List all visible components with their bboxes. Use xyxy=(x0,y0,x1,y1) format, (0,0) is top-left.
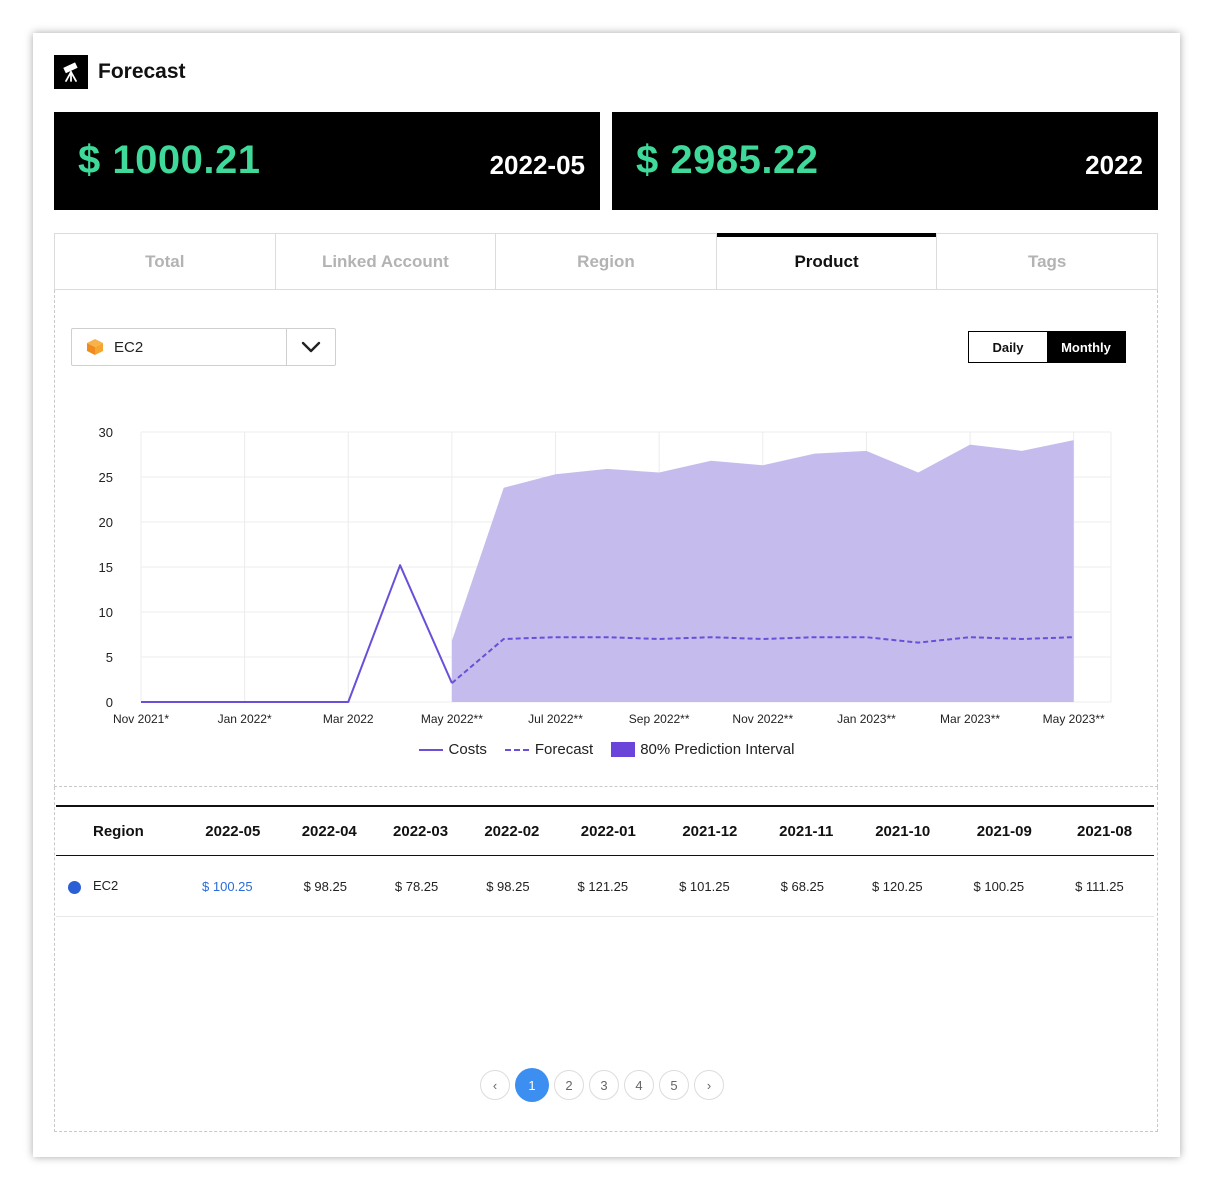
col-header: 2021-08 xyxy=(1055,805,1154,856)
tab-total[interactable]: Total xyxy=(55,234,276,289)
x-tick-label: Sep 2022** xyxy=(629,712,690,726)
x-tick-label: Mar 2023** xyxy=(940,712,1000,726)
legend-interval: 80% Prediction Interval xyxy=(611,741,794,758)
col-header: 2022-05 xyxy=(182,805,284,856)
prediction-interval-area xyxy=(451,440,1074,702)
page-button-1[interactable]: 1 xyxy=(515,1068,549,1102)
dropdown-toggle-button[interactable] xyxy=(286,329,335,365)
tab-linked-account[interactable]: Linked Account xyxy=(276,234,497,289)
page-title: Forecast xyxy=(98,60,186,83)
table-cell: $ 78.25 xyxy=(374,855,467,917)
table-cell: $ 100.25 xyxy=(953,855,1056,917)
forecast-chart: 0 5 10 15 20 25 30 Nov 2021* Jan 2022* Mar 2022 Ma… xyxy=(99,425,1112,726)
table-header-row: Region 2022-05 2022-04 2022-03 2022-02 2… xyxy=(56,805,1154,856)
y-tick-label: 5 xyxy=(106,650,113,665)
cost-table: Region 2022-05 2022-04 2022-03 2022-02 2… xyxy=(56,805,1154,917)
legend-interval-swatch xyxy=(611,742,636,757)
x-tick-label: Jan 2022* xyxy=(218,712,272,726)
product-dropdown[interactable]: EC2 xyxy=(71,328,336,366)
legend-costs: Costs xyxy=(418,741,487,758)
costs-series-line xyxy=(141,564,453,703)
col-header: 2022-03 xyxy=(374,805,467,856)
x-tick-label: Nov 2022** xyxy=(732,712,793,726)
x-tick-label: Mar 2022 xyxy=(323,712,374,726)
row-name: EC2 xyxy=(93,878,119,894)
dropdown-selected: EC2 xyxy=(114,338,144,356)
kpi-monthly: $ 1000.21 2022-05 xyxy=(54,112,600,210)
kpi-yearly: $ 2985.22 2022 xyxy=(612,112,1158,210)
col-header: 2022-04 xyxy=(283,805,375,856)
table-cell: $ 120.25 xyxy=(851,855,954,917)
col-header: 2021-10 xyxy=(851,805,954,856)
kpi-monthly-amount: $ 1000.21 xyxy=(78,138,261,182)
y-tick-label: 25 xyxy=(99,470,113,485)
y-tick-label: 20 xyxy=(99,515,113,530)
table-row: EC2 $ 100.25 $ 98.25 $ 78.25 $ 98.25 $ 1… xyxy=(56,855,1154,917)
monthly-button[interactable]: Monthly xyxy=(1047,332,1125,362)
table-cell-link[interactable]: $ 100.25 xyxy=(182,855,284,917)
col-header: 2021-12 xyxy=(659,805,761,856)
daily-button[interactable]: Daily xyxy=(969,332,1047,362)
page-button-5[interactable]: 5 xyxy=(659,1070,689,1100)
tab-product[interactable]: Product xyxy=(716,233,938,289)
kpi-monthly-period: 2022-05 xyxy=(489,150,585,180)
pagination: ‹ 1 2 3 4 5 › xyxy=(480,1068,724,1102)
col-region: Region xyxy=(56,805,183,856)
legend-costs-swatch xyxy=(418,748,443,751)
next-page-button[interactable]: › xyxy=(694,1070,724,1100)
kpi-yearly-amount: $ 2985.22 xyxy=(636,138,819,182)
forecast-card: Forecast $ 1000.21 2022-05 $ 2985.22 202… xyxy=(33,33,1180,1157)
tab-bar: Total Linked Account Region Product Tags xyxy=(54,233,1158,290)
prev-page-button[interactable]: ‹ xyxy=(480,1070,510,1100)
chart-legend: Costs Forecast 80% Prediction Interval xyxy=(33,741,1180,758)
telescope-icon xyxy=(54,55,88,89)
ec2-box-icon xyxy=(87,339,103,355)
tab-region[interactable]: Region xyxy=(496,234,717,289)
x-tick-label: Jul 2022** xyxy=(528,712,583,726)
legend-forecast: Forecast xyxy=(504,741,594,758)
col-header: 2022-01 xyxy=(557,805,660,856)
granularity-toggle: Daily Monthly xyxy=(968,331,1126,363)
legend-forecast-label: Forecast xyxy=(534,741,594,758)
page-button-4[interactable]: 4 xyxy=(624,1070,654,1100)
legend-costs-label: Costs xyxy=(448,741,487,758)
table-cell: $ 121.25 xyxy=(557,855,660,917)
y-tick-label: 30 xyxy=(99,425,113,440)
y-tick-label: 10 xyxy=(99,605,113,620)
table-cell: $ 98.25 xyxy=(466,855,558,917)
col-header: 2022-02 xyxy=(466,805,558,856)
chevron-down-icon xyxy=(301,341,321,353)
table-cell: $ 111.25 xyxy=(1055,855,1154,917)
tab-tags[interactable]: Tags xyxy=(937,234,1157,289)
col-header: 2021-09 xyxy=(953,805,1056,856)
table-cell: $ 98.25 xyxy=(283,855,375,917)
table-cell: $ 101.25 xyxy=(659,855,761,917)
row-name-cell: EC2 xyxy=(56,855,183,917)
x-tick-label: May 2022** xyxy=(421,712,483,726)
x-tick-label: Nov 2021* xyxy=(113,712,169,726)
table-cell: $ 68.25 xyxy=(760,855,852,917)
legend-interval-label: 80% Prediction Interval xyxy=(640,741,795,758)
page-button-3[interactable]: 3 xyxy=(589,1070,619,1100)
series-dot xyxy=(68,880,81,894)
header: Forecast xyxy=(54,55,186,89)
y-tick-label: 15 xyxy=(99,560,113,575)
x-tick-label: Jan 2023** xyxy=(837,712,896,726)
kpi-yearly-period: 2022 xyxy=(1085,150,1143,180)
x-tick-label: May 2023** xyxy=(1043,712,1105,726)
y-tick-label: 0 xyxy=(106,695,113,710)
legend-forecast-swatch xyxy=(504,748,529,751)
col-header: 2021-11 xyxy=(760,805,852,856)
page-button-2[interactable]: 2 xyxy=(554,1070,584,1100)
